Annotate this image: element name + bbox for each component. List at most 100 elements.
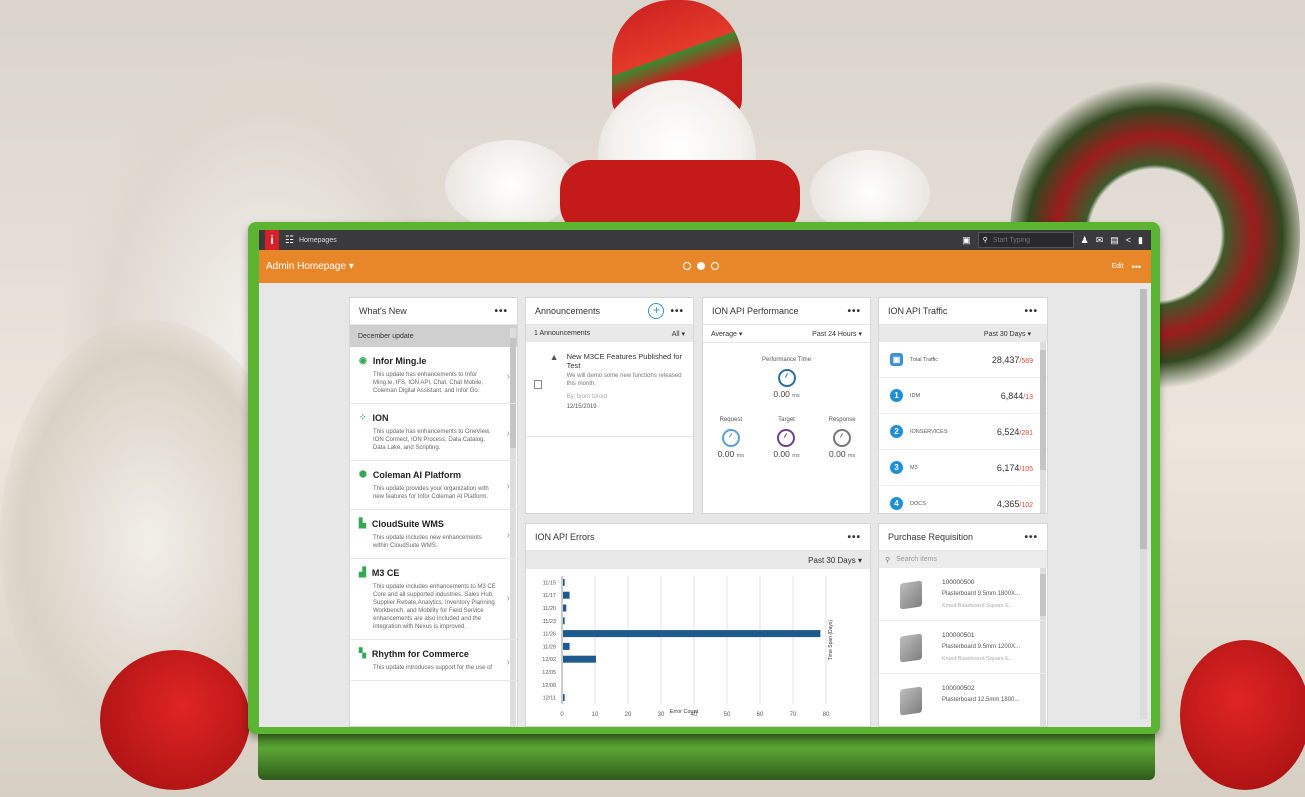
announcements-filter[interactable]: All ▾ [672, 330, 685, 338]
homepage-header: Admin Homepage ▾ Edit ••• [259, 250, 1151, 283]
errors-range-select[interactable]: Past 30 Days ▾ [808, 556, 862, 565]
chat-icon[interactable]: ▤ [1110, 235, 1119, 246]
traffic-row[interactable]: 4 DOCS 4,365/102 [879, 486, 1047, 513]
performance-title: ION API Performance [712, 306, 799, 316]
calendar-icon[interactable]: ▣ [962, 235, 971, 246]
item-title: Infor Ming.le [372, 355, 427, 366]
traffic-row[interactable]: 2 IONSERVICES 6,524/281 [879, 414, 1047, 450]
item-title: CloudSuite WMS [371, 518, 444, 529]
search-icon: ⚲ [982, 237, 988, 244]
list-item[interactable]: ▙ CloudSuite WMS This update includes new… [350, 510, 517, 559]
performance-range-select[interactable]: Past 24 Hours ▾ [812, 330, 862, 338]
traffic-row[interactable]: 3 M3 6,174/105 [879, 450, 1047, 486]
item-subtitle: Knauf Baseboard Square E... [942, 656, 1014, 662]
traffic-value: 6,524/281 [996, 426, 1033, 437]
announcements-more-button[interactable]: ••• [670, 306, 684, 317]
chevron-right-icon[interactable]: › [507, 593, 510, 604]
user-icon[interactable]: ♟ [1081, 235, 1089, 246]
y-tick-label: 11/15 [543, 580, 556, 586]
traffic-row-total[interactable]: ▣ Total Traffic 28,437/569 [879, 342, 1047, 378]
item-name: Plasterboard 12.5mm 1800... [942, 697, 1020, 703]
list-item[interactable]: 100000501 Plasterboard 9.5mm 1200X... Kn… [879, 621, 1047, 674]
widget-area: What's New ••• December update ◉ Infor Mi… [259, 283, 1151, 727]
target-value: 0.00 [773, 449, 790, 459]
performance-breakdown: Request 0.00 ms Target 0.00 ms Response … [703, 417, 870, 459]
response-metric: Response 0.00 ms [815, 417, 870, 459]
traffic-value: 6,844/13 [1000, 390, 1033, 401]
item-description: This update has enhancements to Infor Mi… [373, 372, 484, 394]
target-gauge-icon [777, 429, 796, 447]
errors-more-button[interactable]: ••• [847, 532, 861, 543]
top-bar: i ☷ Homepages ▣ ⚲ ♟ ✉ ▤ < ▮ [259, 230, 1151, 250]
list-item[interactable]: ⬢ Coleman AI Platform This update provide… [350, 461, 517, 510]
traffic-range-select[interactable]: Past 30 Days ▾ [984, 330, 1031, 338]
response-value: 0.00 [829, 449, 846, 459]
mitten-left [100, 650, 250, 790]
announcement-date: 12/15/2019 [566, 404, 597, 410]
x-tick-label: 50 [724, 712, 731, 718]
y-tick-label: 11/17 [543, 593, 556, 599]
app-grid-icon[interactable]: ☷ [285, 235, 294, 246]
y-tick-label: 11/23 [543, 619, 556, 625]
performance-metric-select[interactable]: Average ▾ [711, 330, 742, 338]
whats-new-more-button[interactable]: ••• [494, 306, 508, 317]
target-metric: Target 0.00 ms [759, 417, 814, 459]
monitor-screen: i ☷ Homepages ▣ ⚲ ♟ ✉ ▤ < ▮ Admin Homepa… [259, 230, 1151, 727]
page-dot-2[interactable] [697, 262, 705, 270]
response-label: Response [828, 417, 856, 423]
rank-badge: 3 [890, 461, 903, 474]
announcement-checkbox[interactable] [534, 380, 542, 389]
global-search[interactable]: ⚲ [977, 232, 1074, 248]
traffic-label: IONSERVICES [910, 428, 948, 435]
performance-subbar: Average ▾ Past 24 Hours ▾ [703, 325, 870, 343]
infor-logo[interactable]: i [265, 230, 279, 250]
list-item[interactable]: ▚ Rhythm for Commerce This update introdu… [350, 640, 517, 681]
clock-icon [777, 369, 796, 387]
share-icon[interactable]: < [1126, 235, 1131, 245]
traffic-scroll-thumb[interactable] [1040, 350, 1046, 470]
chevron-right-icon[interactable]: › [507, 428, 510, 439]
chevron-right-icon[interactable]: › [507, 657, 510, 668]
purchase-search-input[interactable]: Search items [896, 556, 937, 563]
list-item[interactable]: ◉ Infor Ming.le This update has enhanceme… [350, 347, 517, 404]
traffic-more-button[interactable]: ••• [1024, 306, 1038, 317]
purchase-more-button[interactable]: ••• [1024, 532, 1038, 543]
page-more-button[interactable]: ••• [1132, 262, 1141, 272]
edit-button[interactable]: Edit [1111, 263, 1123, 270]
item-id: 100000500 [942, 579, 975, 586]
performance-more-button[interactable]: ••• [847, 306, 861, 317]
page-dot-3[interactable] [711, 262, 719, 270]
request-gauge-icon [721, 429, 740, 447]
announcement-item[interactable]: ▲ New M3CE Features Published for Test W… [526, 342, 693, 420]
coleman-icon: ⬢ [359, 469, 367, 479]
app-name[interactable]: Homepages [299, 237, 337, 244]
plasterboard-image [900, 633, 922, 663]
purchase-search[interactable]: ⚲ Search items [879, 551, 1047, 568]
traffic-subbar: Past 30 Days ▾ [879, 325, 1047, 342]
announcement-title[interactable]: New M3CE Features Published for Test [567, 352, 685, 370]
list-item[interactable]: ⁘ ION This update has enhancements to One… [350, 404, 517, 461]
whats-new-widget: What's New ••• December update ◉ Infor Mi… [349, 297, 518, 727]
list-item[interactable]: 100000502 Plasterboard 12.5mm 1800... [879, 674, 1047, 726]
mail-icon[interactable]: ✉ [1096, 235, 1104, 246]
y-tick-label: 12/05 [542, 670, 556, 676]
global-search-input[interactable] [990, 235, 1065, 245]
page-dot-1[interactable] [683, 262, 691, 270]
list-item[interactable]: 100000500 Plasterboard 9.5mm 1800X... Kn… [879, 568, 1047, 621]
add-announcement-button[interactable]: + [648, 303, 665, 319]
page-scroll-thumb[interactable] [1140, 289, 1147, 549]
traffic-row[interactable]: 1 IDM 6,844/13 [879, 378, 1047, 414]
monitor-stand [258, 728, 1155, 780]
list-item[interactable]: ▟ M3 CE This update includes enhancements… [350, 559, 517, 640]
chevron-right-icon[interactable]: › [507, 371, 510, 382]
page-title[interactable]: Admin Homepage ▾ [266, 261, 354, 272]
chevron-right-icon[interactable]: › [507, 530, 510, 541]
announcements-subbar: 1 Announcements All ▾ [526, 325, 693, 342]
traffic-value: 6,174/105 [996, 462, 1033, 473]
x-tick-label: 70 [790, 712, 797, 718]
request-value: 0.00 [717, 449, 735, 459]
whats-new-title: What's New [359, 306, 407, 316]
bookmark-icon[interactable]: ▮ [1138, 235, 1143, 246]
chevron-right-icon[interactable]: › [507, 481, 510, 492]
x-tick-label: 0 [560, 712, 564, 718]
